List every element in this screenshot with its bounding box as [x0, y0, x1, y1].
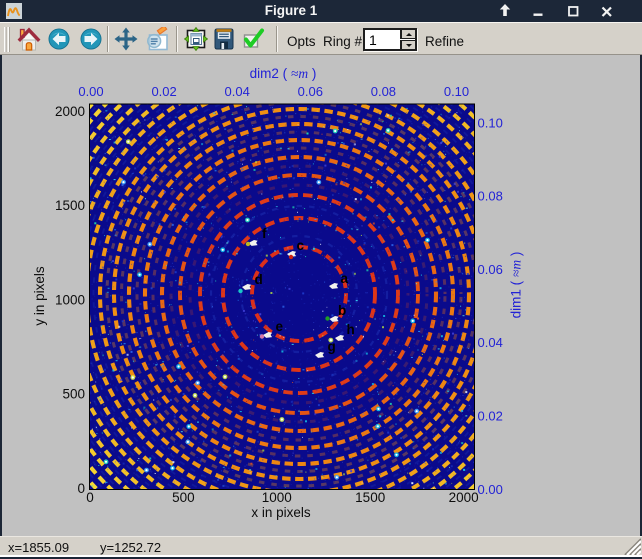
svg-text:h: h	[347, 322, 355, 337]
svg-text:0.00: 0.00	[478, 482, 503, 497]
svg-text:2000: 2000	[55, 104, 85, 119]
svg-text:e: e	[276, 319, 284, 334]
svg-text:1500: 1500	[55, 198, 85, 213]
svg-text:0.08: 0.08	[371, 84, 396, 99]
svg-text:a: a	[341, 271, 349, 286]
svg-text:0.00: 0.00	[78, 84, 103, 99]
svg-text:x in pixels: x in pixels	[251, 505, 311, 520]
svg-text:500: 500	[172, 490, 195, 505]
svg-text:1000: 1000	[262, 490, 292, 505]
svg-text:2000: 2000	[449, 490, 479, 505]
svg-text:0.06: 0.06	[478, 262, 503, 277]
svg-text:0.10: 0.10	[478, 115, 503, 130]
svg-text:0.10: 0.10	[444, 84, 469, 99]
svg-text:c: c	[297, 238, 305, 253]
svg-text:0.02: 0.02	[151, 84, 176, 99]
svg-text:d: d	[255, 272, 263, 287]
svg-text:0: 0	[86, 490, 94, 505]
svg-text:dim1 ( ≈m ): dim1 ( ≈m )	[509, 252, 524, 319]
svg-text:500: 500	[62, 387, 85, 402]
svg-text:0: 0	[77, 481, 85, 496]
svg-text:0.04: 0.04	[478, 335, 503, 350]
svg-text:0.04: 0.04	[225, 84, 250, 99]
svg-text:0.06: 0.06	[298, 84, 323, 99]
svg-text:f: f	[262, 226, 267, 241]
svg-text:g: g	[328, 339, 336, 354]
svg-text:y in pixels: y in pixels	[32, 266, 47, 326]
svg-text:b: b	[338, 303, 346, 318]
svg-text:dim2 ( ≈m ): dim2 ( ≈m )	[250, 66, 317, 81]
svg-text:0.02: 0.02	[478, 409, 503, 424]
svg-text:1500: 1500	[355, 490, 385, 505]
svg-text:0.08: 0.08	[478, 189, 503, 204]
svg-text:1000: 1000	[55, 292, 85, 307]
